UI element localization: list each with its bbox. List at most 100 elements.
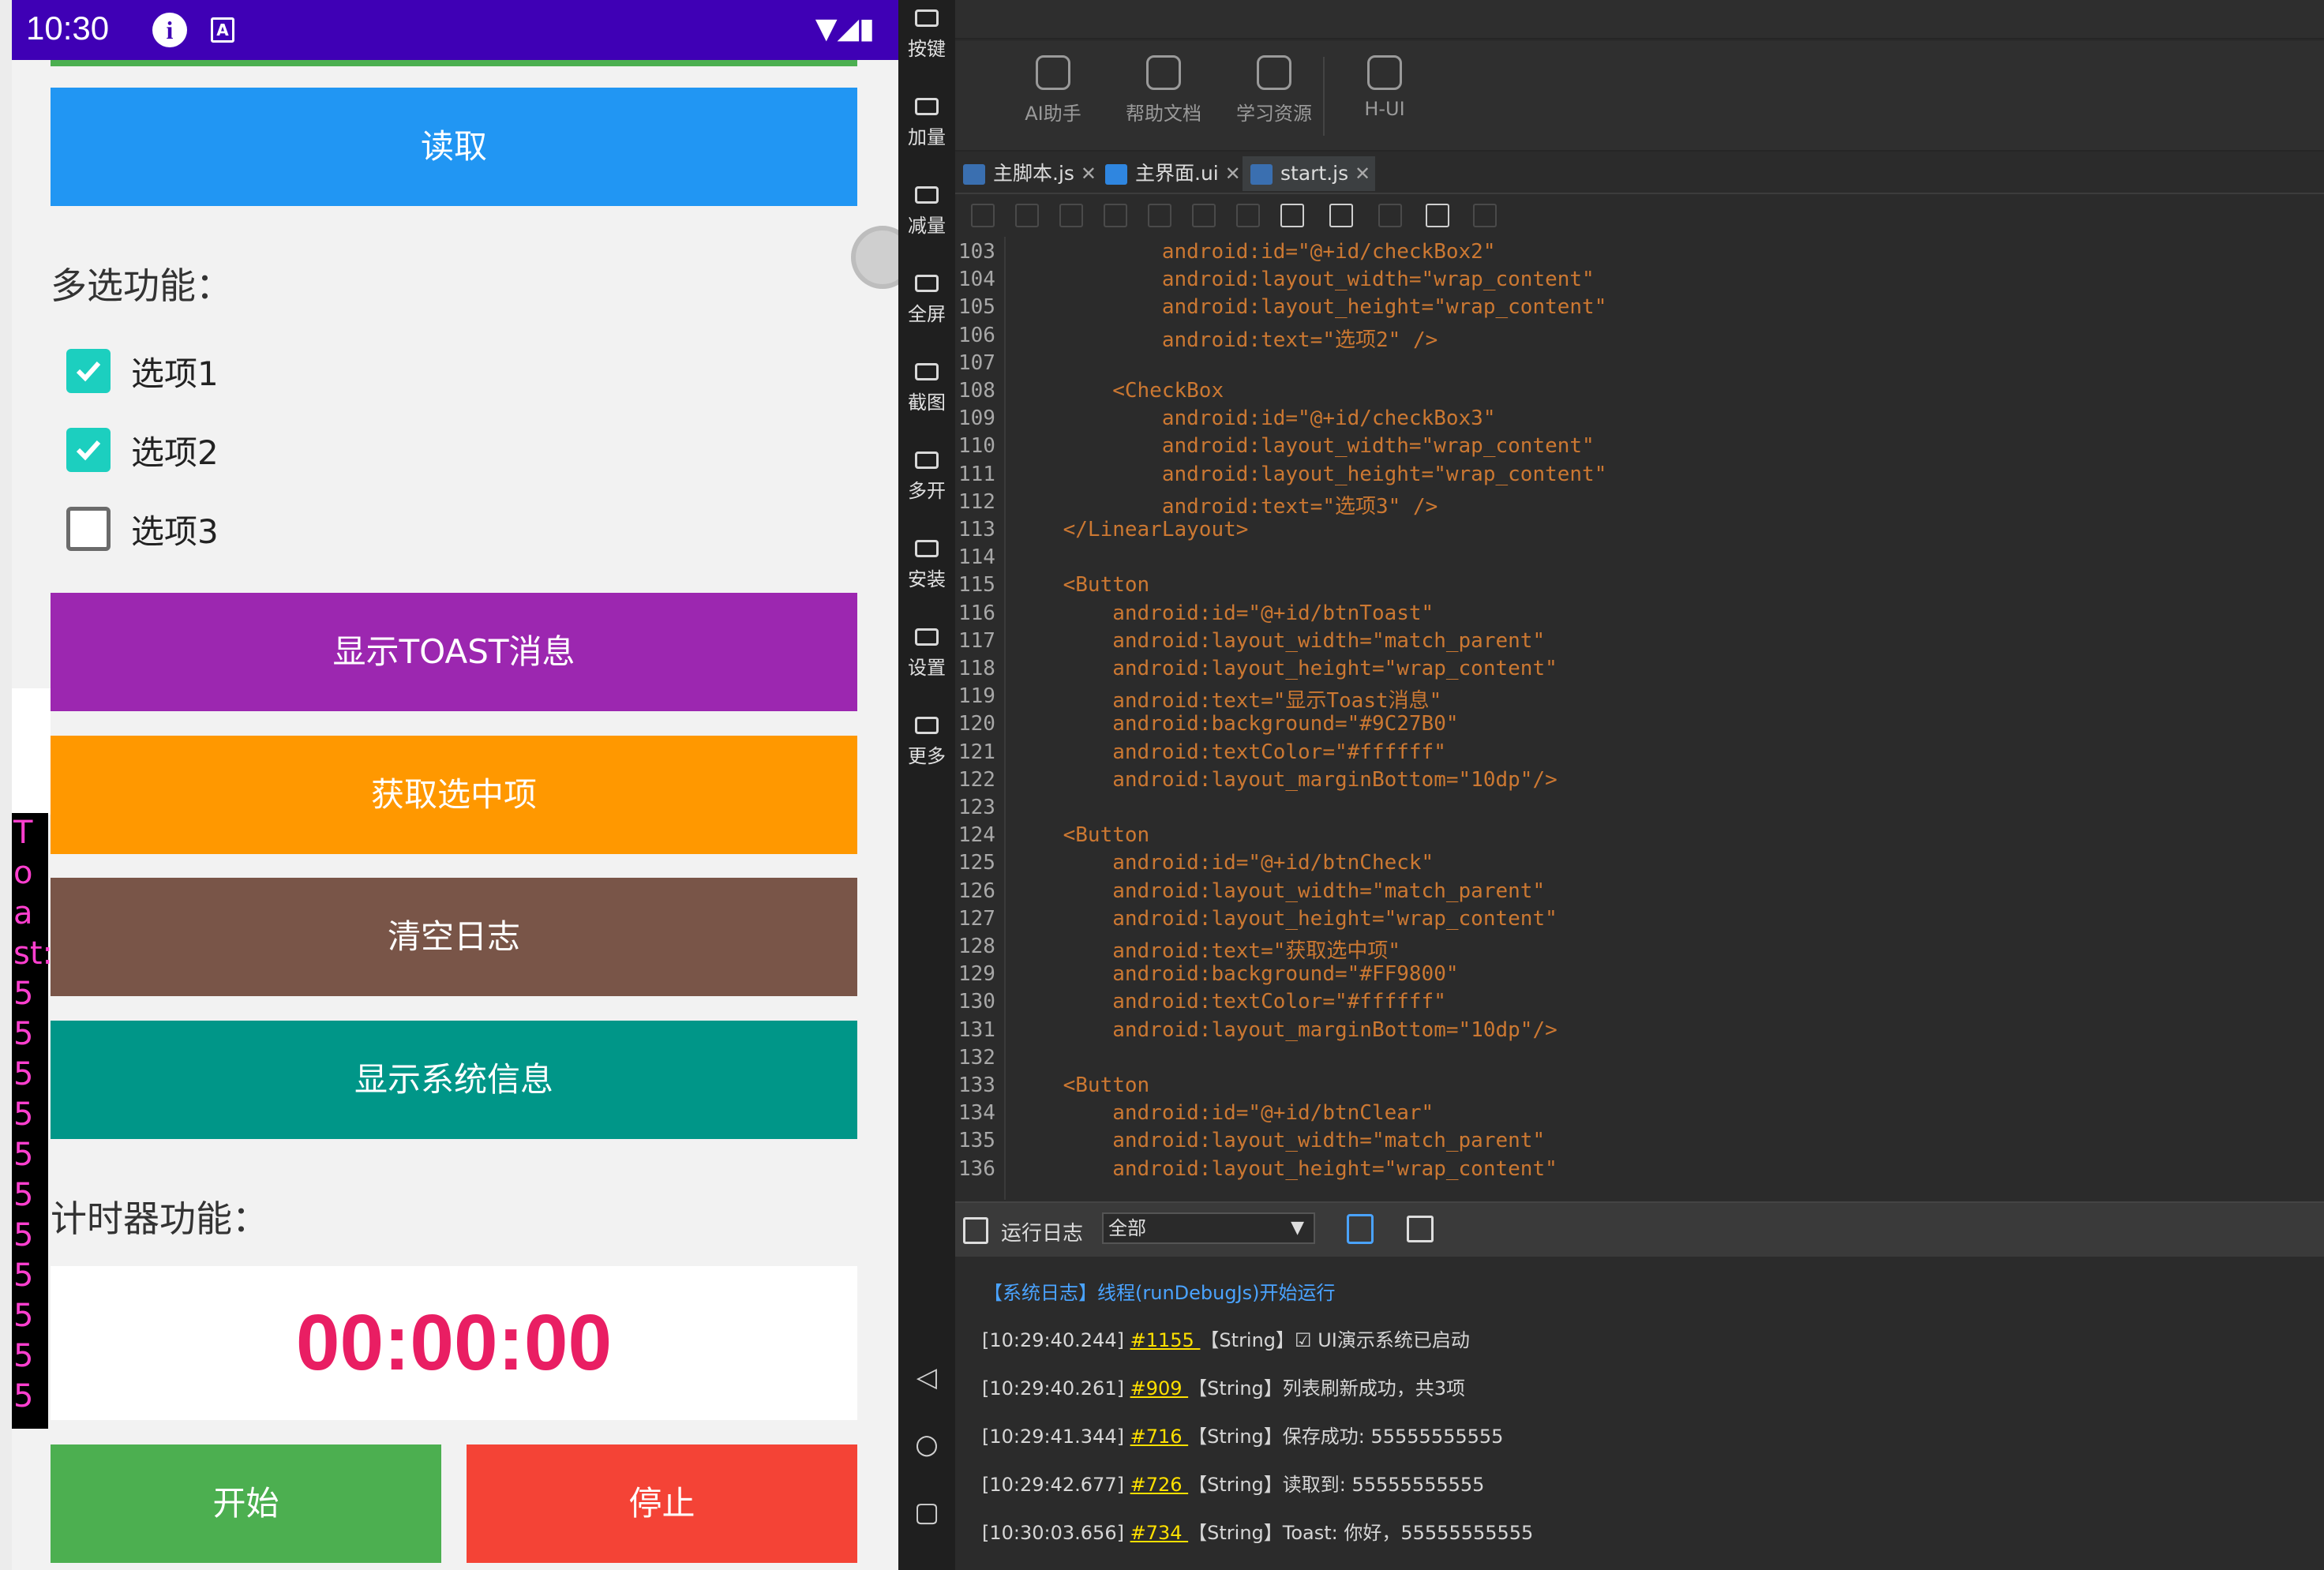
clear-log-button[interactable]: 清空日志	[51, 878, 857, 996]
checkbox-option-1[interactable]: 选项1	[66, 347, 219, 395]
sidebar-item-label: 截图	[908, 392, 946, 414]
multi-select-label: 多选功能：	[51, 264, 232, 307]
ai-assistant-tool[interactable]: AI助手	[1006, 55, 1100, 126]
start-button[interactable]: 开始	[51, 1444, 441, 1563]
log-source-link[interactable]: #909	[1130, 1377, 1189, 1400]
checkbox-unchecked-icon[interactable]	[66, 507, 111, 551]
line-number: 111	[958, 462, 995, 486]
code-line: android:layout_width="match_parent"	[1014, 1129, 1546, 1153]
line-number: 120	[958, 712, 995, 736]
sidebar-multi-open[interactable]: 多开	[898, 452, 955, 503]
signal-battery-icon: ▼◢▮	[815, 13, 875, 45]
sidebar-keys[interactable]: 按键	[898, 9, 955, 61]
log-source-link[interactable]: #726	[1130, 1474, 1189, 1496]
clear-brush-icon[interactable]	[1347, 1214, 1374, 1244]
pause-icon[interactable]	[1329, 204, 1353, 227]
sidebar-item-label: 按键	[908, 38, 946, 60]
uncomment-icon[interactable]	[1104, 204, 1127, 227]
line-number: 116	[958, 601, 995, 625]
timer-label: 计时器功能：	[51, 1197, 268, 1240]
home-icon[interactable]: ○	[898, 1429, 955, 1460]
sidebar-settings[interactable]: 设置	[898, 628, 955, 680]
checkbox-checked-icon[interactable]	[66, 349, 111, 393]
back-icon[interactable]: ◁	[898, 1362, 955, 1393]
code-line: android:text="获取选中项"	[1014, 939, 1401, 963]
graduation-cap-icon	[1257, 55, 1291, 90]
sidebar-item-label: 设置	[908, 657, 946, 679]
volume-down-icon	[915, 186, 939, 204]
tab-label: start.js	[1280, 162, 1349, 185]
tab-label: 主界面.ui	[1135, 162, 1219, 185]
close-icon[interactable]: ✕	[1081, 156, 1096, 191]
variable-icon[interactable]	[1426, 204, 1449, 227]
line-number: 110	[958, 434, 995, 459]
stop-button[interactable]: 停止	[467, 1444, 857, 1563]
volume-up-icon	[915, 98, 939, 115]
line-number: 107	[958, 350, 995, 375]
line-number: 118	[958, 657, 995, 680]
stop-icon[interactable]	[1280, 204, 1304, 227]
get-selected-button[interactable]: 获取选中项	[51, 736, 857, 854]
close-icon[interactable]: ✕	[1355, 156, 1370, 191]
checkbox-option-2[interactable]: 选项2	[66, 426, 219, 474]
log-icon	[963, 1217, 988, 1244]
code-line: android:layout_height="wrap_content"	[1014, 906, 1557, 931]
indent-icon[interactable]	[1148, 204, 1171, 227]
add-icon[interactable]	[971, 204, 995, 227]
read-button[interactable]: 读取	[51, 88, 857, 206]
recents-icon[interactable]: ▢	[898, 1497, 955, 1528]
log-source-link[interactable]: #1155	[1130, 1329, 1201, 1351]
code-line: android:id="@+id/btnCheck"	[1014, 851, 1434, 875]
line-number: 126	[958, 879, 995, 903]
help-docs-tool[interactable]: 帮助文档	[1116, 55, 1211, 126]
line-number: 119	[958, 684, 995, 709]
show-toast-button[interactable]: 显示TOAST消息	[51, 593, 857, 711]
code-line: android:text="选项2" />	[1014, 328, 1438, 352]
expand-icon[interactable]	[1407, 1216, 1434, 1242]
floating-assistant-icon[interactable]	[851, 226, 898, 289]
sidebar-volume-down[interactable]: 减量	[898, 186, 955, 238]
sidebar-install[interactable]: 安装	[898, 540, 955, 591]
sidebar-fullscreen[interactable]: 全屏	[898, 275, 955, 326]
learning-resources-tool[interactable]: 学习资源	[1227, 55, 1321, 126]
checkbox-option-3[interactable]: 选项3	[66, 505, 219, 553]
code-editor[interactable]: 103 104 105 106 107 108 109 110 111 112 113 114 115 1…	[955, 237, 2324, 1200]
line-number: 108	[958, 379, 995, 403]
code-line: android:text="显示Toast消息"	[1014, 689, 1442, 714]
sidebar-item-label: 安装	[908, 568, 946, 590]
toolbar-divider	[1323, 57, 1325, 136]
sidebar-volume-up[interactable]: 加量	[898, 98, 955, 149]
print-icon[interactable]	[1015, 204, 1039, 227]
outdent-icon[interactable]	[1192, 204, 1216, 227]
debug-icon[interactable]	[1378, 204, 1402, 227]
line-number: 106	[958, 323, 995, 347]
comment-icon[interactable]	[1059, 204, 1083, 227]
close-icon[interactable]: ✕	[1225, 156, 1241, 191]
code-line: android:id="@+id/btnClear"	[1014, 1101, 1434, 1126]
sidebar-more[interactable]: 更多	[898, 717, 955, 768]
code-line: android:textColor="#ffffff"	[1014, 990, 1446, 1014]
checkbox-label: 选项3	[131, 511, 219, 551]
system-log-line: 【系统日志】线程(runDebugJs)开始运行	[984, 1282, 1336, 1304]
log-title: 运行日志	[1001, 1222, 1084, 1246]
format-icon[interactable]	[1236, 204, 1260, 227]
log-source-link[interactable]: #734	[1130, 1522, 1189, 1544]
line-number: 122	[958, 767, 995, 792]
ai-assistant-icon	[1036, 55, 1070, 90]
log-filter-select[interactable]: 全部 ▼	[1102, 1212, 1315, 1244]
line-number-gutter: 103 104 105 106 107 108 109 110 111 112 113 114 115 1…	[955, 237, 1006, 1200]
tab-main-script[interactable]: 主脚本.js ✕	[955, 156, 1101, 191]
line-number: 134	[958, 1101, 995, 1126]
sidebar-screenshot[interactable]: 截图	[898, 363, 955, 414]
checkbox-checked-icon[interactable]	[66, 428, 111, 472]
editor-toolbar	[955, 196, 2324, 235]
show-system-info-button[interactable]: 显示系统信息	[51, 1021, 857, 1139]
log-source-link[interactable]: #716	[1130, 1426, 1189, 1448]
trash-icon[interactable]	[1473, 204, 1497, 227]
h-ui-tool[interactable]: H-UI	[1337, 55, 1432, 120]
code-line: <CheckBox	[1014, 379, 1224, 403]
log-entry: [10:29:40.244] #1155 【String】☑ UI演示系统已启动	[982, 1325, 1470, 1352]
tab-main-ui[interactable]: 主界面.ui ✕	[1097, 156, 1246, 191]
tab-start-js[interactable]: start.js ✕	[1243, 156, 1376, 191]
info-icon: i	[152, 13, 187, 47]
